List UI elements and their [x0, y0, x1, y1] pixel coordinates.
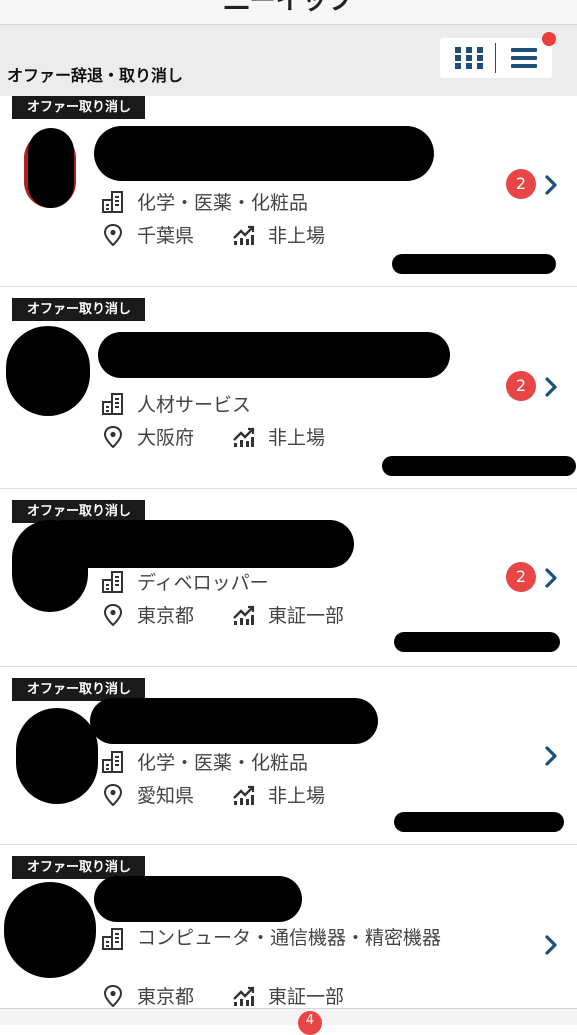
industry-row: 化学・医薬・化粧品 [101, 748, 308, 775]
listing-text: 非上場 [268, 225, 326, 247]
building-icon [101, 751, 125, 773]
notification-dot [542, 32, 556, 46]
chevron-right-icon[interactable] [544, 376, 558, 398]
listing-text: 東証一部 [268, 605, 345, 627]
industry-row: ディベロッパー [101, 568, 269, 595]
page-title: 二ーイップ [223, 0, 354, 16]
redacted-logo [16, 708, 98, 804]
redacted-logo [28, 128, 74, 208]
industry-text: 人材サービス [137, 394, 252, 416]
tab-notification-badge: 4 [298, 1011, 322, 1035]
top-navigation-bar: 二ーイップ [0, 0, 577, 25]
trend-chart-icon [232, 224, 256, 246]
redacted-date [382, 456, 576, 476]
redacted-date [392, 254, 556, 274]
redacted-company-name [94, 876, 302, 922]
building-icon [101, 393, 125, 415]
bottom-tab-bar [0, 1008, 577, 1025]
chevron-right-icon[interactable] [544, 567, 558, 589]
location-row: 千葉県 非上場 [101, 221, 325, 248]
trend-chart-icon [232, 604, 256, 626]
industry-text: コンピュータ・通信機器・精密機器 [137, 927, 442, 949]
location-text: 大阪府 [137, 427, 195, 449]
trend-chart-icon [232, 426, 256, 448]
industry-text: ディベロッパー [137, 572, 269, 594]
offer-status-tag: オファー取り消し [12, 96, 146, 119]
building-icon [101, 191, 125, 213]
listing-text: 非上場 [268, 427, 326, 449]
industry-text: 化学・医薬・化粧品 [137, 192, 309, 214]
location-text: 愛知県 [137, 785, 195, 807]
listing-text: 非上場 [268, 785, 326, 807]
redacted-date [394, 812, 564, 832]
listing-text: 東証一部 [268, 986, 345, 1008]
building-icon [101, 571, 125, 593]
message-count-badge: 2 [506, 169, 536, 199]
industry-row: コンピュータ・通信機器・精密機器 [101, 928, 461, 950]
industry-row: 人材サービス [101, 390, 251, 417]
menu-icon[interactable] [502, 42, 544, 74]
offer-card[interactable]: オファー取り消し 化学・医薬・化粧品 愛知県 非上場 [0, 678, 577, 845]
grid-icon[interactable] [448, 42, 490, 74]
section-title: オファー辞退・取り消し [7, 66, 184, 85]
trend-chart-icon [232, 784, 256, 806]
redacted-date [394, 632, 560, 652]
location-row: 東京都 東証一部 [101, 982, 344, 1009]
location-row: 東京都 東証一部 [101, 601, 344, 628]
offer-status-tag: オファー取り消し [12, 298, 146, 321]
location-row: 大阪府 非上場 [101, 423, 325, 450]
location-text: 千葉県 [137, 225, 195, 247]
location-text: 東京都 [137, 605, 195, 627]
location-row: 愛知県 非上場 [101, 781, 325, 808]
offer-card[interactable]: オファー取り消し 人材サービス 大阪府 非上場 2 [0, 298, 577, 489]
location-pin-icon [101, 604, 125, 626]
message-count-badge: 2 [506, 371, 536, 401]
offer-card[interactable]: オファー取り消し 化学・医薬・化粧品 千葉県 非上場 2 [0, 96, 577, 287]
chevron-right-icon[interactable] [544, 174, 558, 196]
offer-card[interactable]: オファー取り消し ディベロッパー 東京都 東証一部 2 [0, 500, 577, 667]
chevron-right-icon[interactable] [544, 934, 558, 956]
redacted-logo [4, 882, 96, 978]
redacted-logo [6, 326, 90, 416]
redacted-company-name [94, 126, 434, 181]
trend-chart-icon [232, 985, 256, 1007]
redacted-company-name [40, 520, 354, 568]
location-pin-icon [101, 784, 125, 806]
location-pin-icon [101, 224, 125, 246]
redacted-company-name [90, 698, 378, 744]
industry-text: 化学・医薬・化粧品 [137, 752, 309, 774]
industry-row: 化学・医薬・化粧品 [101, 188, 308, 215]
message-count-badge: 2 [506, 562, 536, 592]
view-toggle [440, 38, 552, 78]
location-pin-icon [101, 426, 125, 448]
building-icon [101, 928, 125, 950]
offer-card[interactable]: オファー取り消し コンピュータ・通信機器・精密機器 東京都 東証一部 [0, 856, 577, 1008]
location-text: 東京都 [137, 986, 195, 1008]
toggle-divider [495, 43, 496, 73]
redacted-company-name [98, 332, 450, 378]
location-pin-icon [101, 985, 125, 1007]
chevron-right-icon[interactable] [544, 745, 558, 767]
